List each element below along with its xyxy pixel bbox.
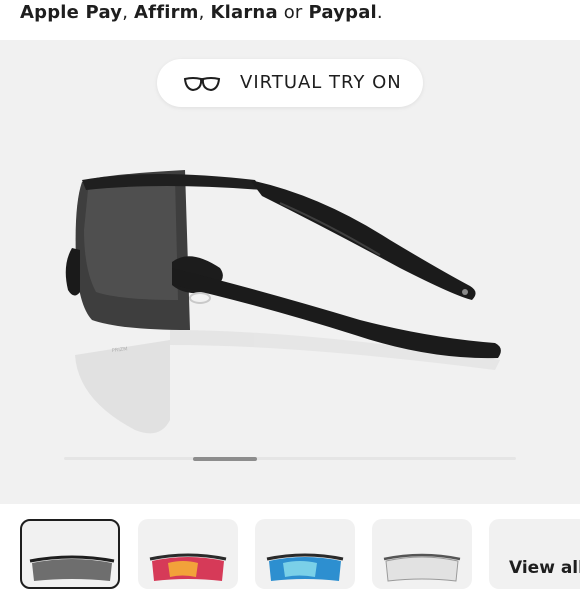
virtual-try-on-label: VIRTUAL TRY ON: [240, 72, 402, 93]
payment-paypal: Paypal: [308, 2, 377, 23]
payment-separator: ,: [122, 2, 135, 23]
payment-affirm: Affirm: [134, 2, 199, 23]
view-all-label: View all: [509, 558, 580, 578]
thumbnail-image: [29, 555, 115, 581]
payment-options-text: Apple Pay, Affirm, Klarna or Paypal.: [20, 2, 383, 23]
payment-separator: or: [277, 2, 309, 23]
gallery-scroll-track[interactable]: [64, 457, 516, 460]
nose-pad: [65, 248, 80, 296]
temple-arm-upper: [250, 180, 476, 300]
thumbnail-black-prizm[interactable]: [20, 519, 120, 589]
payment-separator: ,: [198, 2, 211, 23]
thumbnail-clear-photochromic[interactable]: [372, 519, 472, 589]
gallery-scroll-thumb[interactable]: [193, 457, 257, 461]
payment-klarna: Klarna: [210, 2, 278, 23]
payment-period: .: [376, 2, 383, 23]
thumbnail-image: [149, 553, 227, 581]
glasses-outline-icon: [183, 77, 221, 92]
view-all-thumbnails-button[interactable]: [489, 519, 580, 589]
thumbnail-sapphire-prizm[interactable]: [255, 519, 355, 589]
thumbnail-ruby-prizm[interactable]: [138, 519, 238, 589]
thumbnail-image: [383, 553, 461, 582]
thumbnail-image: [266, 553, 344, 581]
payment-apple-pay: Apple Pay: [20, 2, 123, 23]
